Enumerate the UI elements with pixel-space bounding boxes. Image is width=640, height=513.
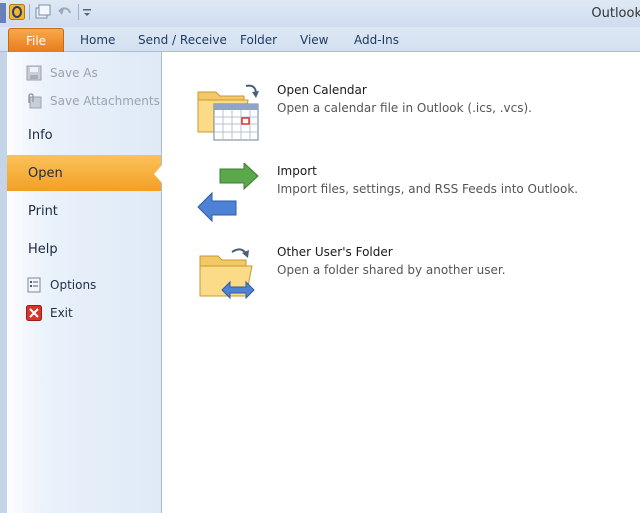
nav-tab-print[interactable]: Print <box>28 204 58 219</box>
qat-separator <box>78 4 79 20</box>
options-icon <box>27 277 41 293</box>
tab-add-ins[interactable]: Add-Ins <box>354 33 399 47</box>
exit-label: Exit <box>50 306 73 320</box>
import-title: Import <box>277 164 317 178</box>
open-calendar-option[interactable]: Open Calendar Open a calendar file in Ou… <box>196 82 636 152</box>
nav-edge <box>0 52 7 513</box>
customize-qat-icon[interactable] <box>82 4 92 20</box>
undo-icon[interactable] <box>57 4 73 20</box>
other-users-folder-icon <box>199 248 255 300</box>
window-title: Outlook <box>591 6 640 21</box>
open-calendar-icon <box>197 84 259 141</box>
options-label: Options <box>50 278 97 292</box>
tab-view[interactable]: View <box>300 33 328 47</box>
save-attachments-label: Save Attachments <box>50 94 160 108</box>
nav-tab-info[interactable]: Info <box>28 128 53 143</box>
nav-selected-pointer <box>154 165 162 183</box>
other-users-folder-description: Open a folder shared by another user. <box>277 263 506 277</box>
save-as-icon <box>26 65 42 81</box>
title-bar: Outlook <box>0 0 640 27</box>
import-icon <box>197 163 259 223</box>
nav-tab-help[interactable]: Help <box>28 242 58 257</box>
tab-home[interactable]: Home <box>80 33 115 47</box>
send-receive-icon[interactable] <box>35 4 51 20</box>
tab-send-receive[interactable]: Send / Receive <box>138 33 227 47</box>
other-users-folder-title: Other User's Folder <box>277 245 393 259</box>
save-attachments-icon <box>28 93 42 109</box>
other-users-folder-option[interactable]: Other User's Folder Open a folder shared… <box>196 244 636 314</box>
tab-folder[interactable]: Folder <box>240 33 277 47</box>
import-description: Import files, settings, and RSS Feeds in… <box>277 182 579 196</box>
qat-separator <box>29 4 30 20</box>
outlook-app-icon[interactable] <box>9 4 25 20</box>
open-calendar-description: Open a calendar file in Outlook (.ics, .… <box>277 101 532 115</box>
window-edge <box>0 3 6 23</box>
open-calendar-title: Open Calendar <box>277 83 367 97</box>
save-as-label: Save As <box>50 66 98 80</box>
nav-tab-open[interactable]: Open <box>28 166 63 181</box>
ribbon-tab-strip: Home Send / Receive Folder View Add-Ins <box>0 27 640 52</box>
open-panel: Open Calendar Open a calendar file in Ou… <box>162 52 640 513</box>
import-option[interactable]: Import Import files, settings, and RSS F… <box>196 163 636 233</box>
file-tab[interactable]: File <box>8 28 64 53</box>
exit-icon <box>26 305 42 321</box>
